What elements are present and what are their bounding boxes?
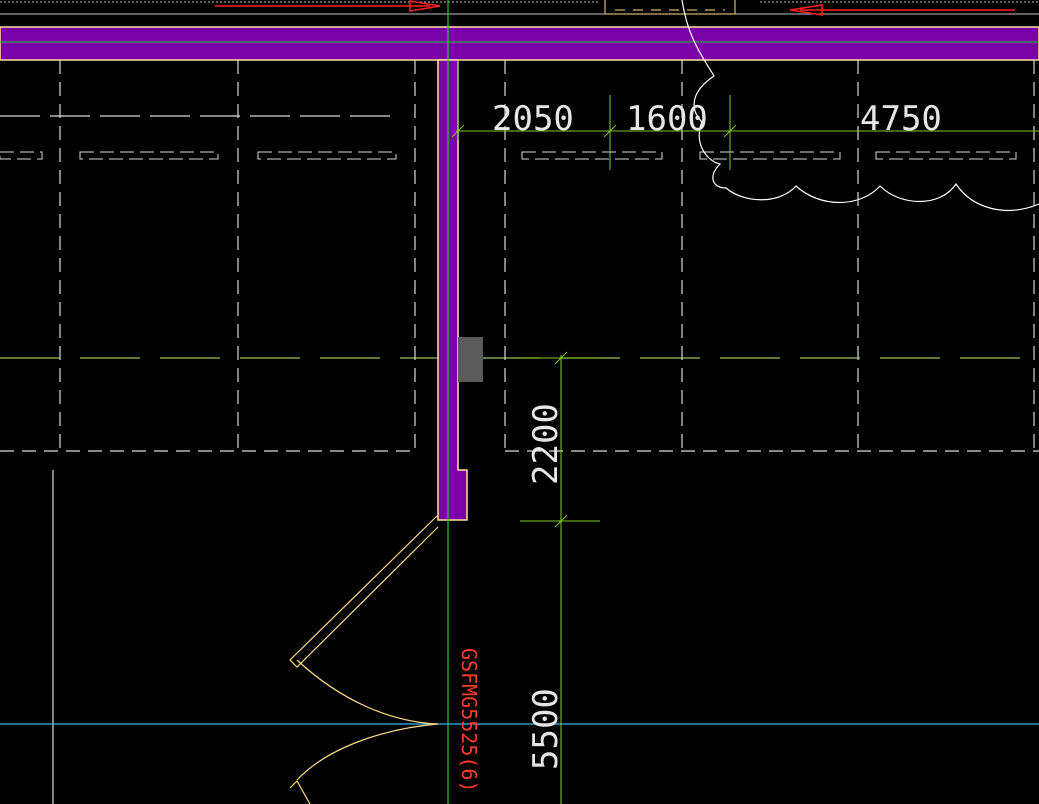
top-small-window [604, 0, 736, 15]
door-tag-label: GSFMG5525(6) [457, 648, 481, 793]
top-hatch-strip [0, 1, 1039, 15]
top-red-arrows [215, 0, 1015, 16]
dimension-2050: 2050 [492, 99, 574, 139]
grid-lines-horizontal [0, 115, 1039, 452]
dimension-5500: 5500 [526, 688, 566, 770]
cad-drawing-canvas[interactable]: 2050 1600 4750 2200 5500 GSFMG5525(6) [0, 0, 1039, 804]
selection-grip[interactable] [458, 337, 483, 382]
top-wall [0, 26, 1039, 61]
double-door [289, 514, 439, 804]
dimension-1600: 1600 [626, 99, 708, 139]
dimension-2200: 2200 [526, 403, 566, 485]
beam-dashes [0, 151, 1017, 160]
vertical-wall [437, 59, 468, 521]
dimension-4750: 4750 [860, 99, 942, 139]
